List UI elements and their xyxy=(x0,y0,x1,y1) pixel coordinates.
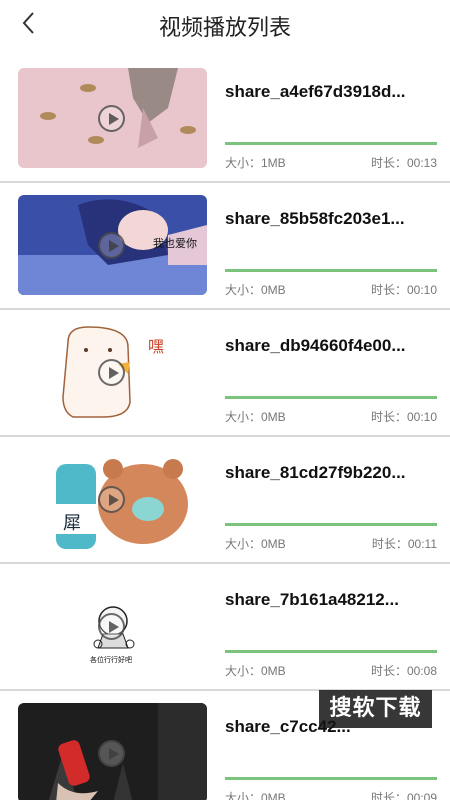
progress-bar xyxy=(225,142,437,145)
video-size: 大小：0MB xyxy=(225,791,286,800)
video-duration: 时长：00:09 xyxy=(370,791,437,800)
video-duration: 时长：00:11 xyxy=(371,537,437,551)
video-filename: share_7b161a48212... xyxy=(225,590,399,609)
progress-fill xyxy=(225,777,437,780)
video-filename: share_db94660f4e00... xyxy=(225,336,406,355)
video-item[interactable]: 我也爱你 share_85b58fc203e1... 大小：0MB 时长：00:… xyxy=(0,183,450,310)
play-icon[interactable] xyxy=(98,232,125,259)
video-filename: share_81cd27f9b220... xyxy=(225,463,406,482)
progress-fill xyxy=(225,142,437,145)
thumb-caption: 各位行行好吧 xyxy=(90,655,132,664)
video-thumbnail[interactable] xyxy=(18,68,207,168)
video-thumbnail[interactable]: 我也爱你 xyxy=(18,195,207,295)
progress-bar xyxy=(225,523,437,526)
progress-fill xyxy=(225,269,437,272)
progress-bar xyxy=(225,396,437,399)
video-duration: 时长：00:08 xyxy=(370,664,437,678)
video-duration: 时长：00:10 xyxy=(370,410,437,424)
progress-fill xyxy=(225,396,437,399)
thumb-caption: 嘿 xyxy=(148,337,164,356)
thumb-caption: 我也爱你 xyxy=(153,237,197,250)
watermark-badge: 搜软下载 xyxy=(319,690,432,728)
video-thumbnail[interactable]: 嘿 xyxy=(18,322,207,422)
play-icon[interactable] xyxy=(98,486,125,513)
progress-fill xyxy=(225,523,437,526)
thumb-caption: 犀 xyxy=(63,513,81,534)
video-thumbnail[interactable]: 犀 xyxy=(18,449,207,549)
video-duration: 时长：00:13 xyxy=(370,156,437,170)
progress-bar xyxy=(225,777,437,780)
video-filename: share_85b58fc203e1... xyxy=(225,209,405,228)
video-size: 大小：0MB xyxy=(225,664,286,678)
video-size: 大小：0MB xyxy=(225,410,286,424)
video-size: 大小：0MB xyxy=(225,283,286,297)
video-thumbnail[interactable]: 各位行行好吧 xyxy=(18,576,207,676)
video-size: 大小：1MB xyxy=(225,156,286,170)
video-item[interactable]: 嘿 share_db94660f4e00... 大小：0MB 时长：00:10 xyxy=(0,310,450,437)
video-list[interactable]: share_a4ef67d3918d... 大小：1MB 时长：00:13 我也… xyxy=(0,56,450,800)
progress-bar xyxy=(225,269,437,272)
app-header: 视频播放列表 xyxy=(0,0,450,48)
video-thumbnail[interactable] xyxy=(18,703,207,800)
video-item[interactable]: 犀 share_81cd27f9b220... 大小：0MB 时长：00:11 xyxy=(0,437,450,564)
video-item[interactable]: 各位行行好吧 share_7b161a48212... 大小：0MB 时长：00… xyxy=(0,564,450,691)
video-filename: share_a4ef67d3918d... xyxy=(225,82,406,101)
play-icon[interactable] xyxy=(98,740,125,767)
play-icon[interactable] xyxy=(98,613,125,640)
video-duration: 时长：00:10 xyxy=(370,283,437,297)
progress-fill xyxy=(225,650,437,653)
video-item[interactable]: share_a4ef67d3918d... 大小：1MB 时长：00:13 xyxy=(0,56,450,183)
play-icon[interactable] xyxy=(98,105,125,132)
video-size: 大小：0MB xyxy=(225,537,286,551)
progress-bar xyxy=(225,650,437,653)
page-title: 视频播放列表 xyxy=(158,16,291,41)
play-icon[interactable] xyxy=(98,359,125,386)
